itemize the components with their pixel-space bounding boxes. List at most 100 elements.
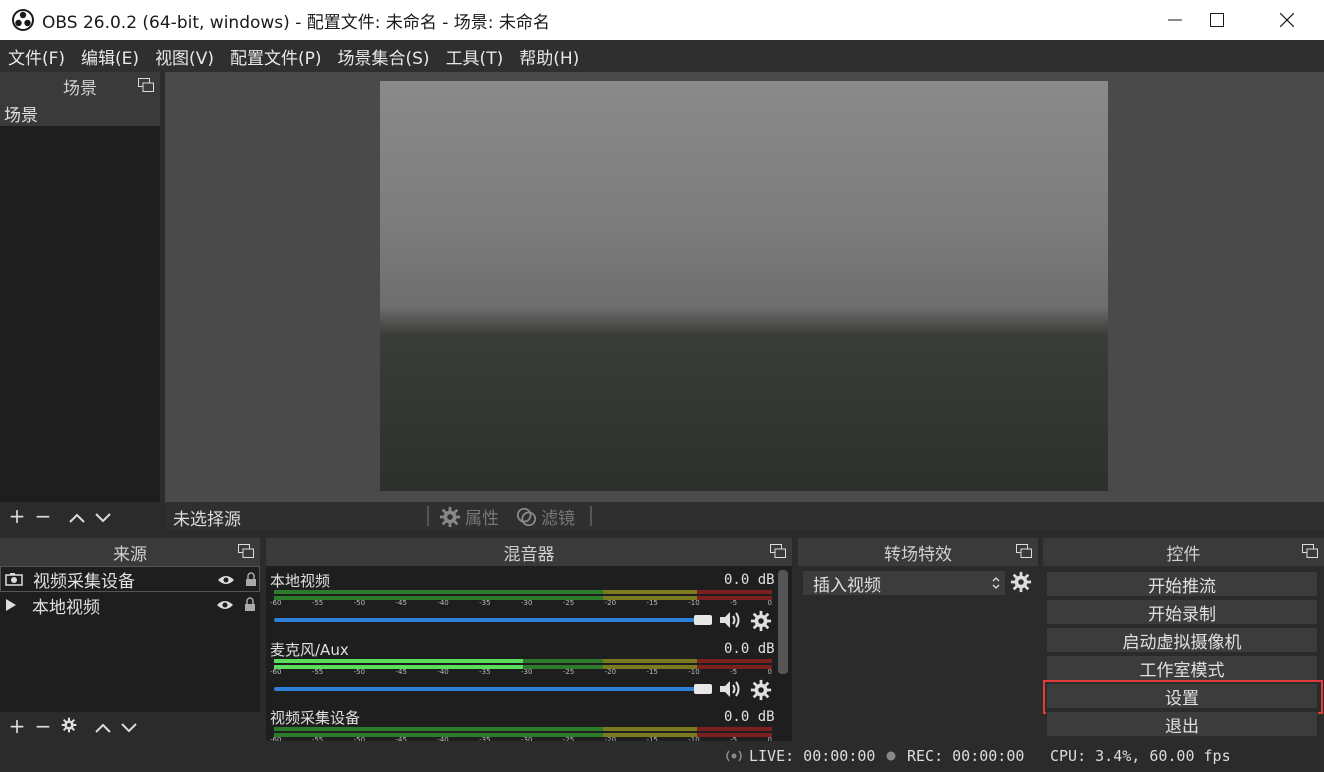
menu-view[interactable]: 视图(V): [155, 44, 214, 69]
divider: [427, 506, 429, 526]
undock-icon[interactable]: [1302, 544, 1318, 558]
scene-item-label: 场景: [4, 105, 38, 126]
mute-button[interactable]: [718, 679, 742, 703]
volume-slider-handle[interactable]: [694, 684, 712, 694]
scale-tick-label: -40: [437, 599, 449, 607]
properties-button[interactable]: 属性: [439, 504, 499, 529]
add-scene-button[interactable]: +: [4, 504, 30, 528]
scale-tick-label: -60: [270, 599, 282, 607]
source-properties-button[interactable]: [56, 714, 82, 738]
move-source-up-button[interactable]: [90, 714, 116, 738]
scale-tick-label: -25: [562, 599, 575, 607]
no-source-label: 未选择源: [173, 510, 241, 530]
menu-help[interactable]: 帮助(H): [519, 44, 579, 69]
studio-mode-button[interactable]: 工作室模式: [1046, 655, 1318, 681]
scale-tick-label: -55: [311, 599, 324, 607]
title-bar: OBS 26.0.2 (64-bit, windows) - 配置文件: 未命名…: [0, 0, 1324, 40]
meter-segment: [602, 590, 698, 594]
lock-icon[interactable]: [244, 597, 256, 612]
transitions-title: 转场特效: [884, 544, 952, 565]
meter-scale: -60 -55 -50 -45 -40 -35 -30 -25 -20 -15 -10 -5 0: [270, 668, 772, 676]
volume-slider[interactable]: [274, 687, 704, 691]
rec-time: REC: 00:00:00: [907, 747, 1025, 765]
mixer-scrollbar[interactable]: [778, 570, 788, 674]
start-streaming-button[interactable]: 开始推流: [1046, 571, 1318, 597]
chevron-down-icon: [121, 723, 137, 733]
scenes-dock-title: 场景: [0, 72, 160, 100]
sources-title: 来源: [113, 544, 147, 565]
transitions-dock-title: 转场特效: [798, 538, 1038, 566]
scale-tick-label: -50: [353, 599, 366, 607]
scene-item[interactable]: 场景: [0, 100, 160, 126]
exit-button[interactable]: 退出: [1046, 711, 1318, 737]
window-title: OBS 26.0.2 (64-bit, windows) - 配置文件: 未命名…: [42, 13, 550, 33]
maximize-button[interactable]: [1182, 0, 1252, 40]
source-item[interactable]: 本地视频: [0, 592, 260, 618]
cpu-fps: CPU: 3.4%, 60.00 fps: [1050, 747, 1231, 765]
channel-settings-button[interactable]: [750, 610, 772, 636]
eye-icon[interactable]: [216, 599, 234, 611]
broadcast-icon: [726, 750, 742, 762]
scale-tick-label: -35: [479, 599, 491, 607]
undock-icon[interactable]: [238, 544, 254, 558]
close-button[interactable]: [1252, 0, 1322, 40]
meter-segment: [697, 727, 772, 731]
undock-icon[interactable]: [138, 78, 154, 92]
scale-tick-label: -20: [604, 599, 617, 607]
move-source-down-button[interactable]: [116, 714, 142, 738]
channel-settings-button[interactable]: [750, 679, 772, 705]
menu-profile[interactable]: 配置文件(P): [230, 44, 322, 69]
chevron-up-icon: [95, 723, 111, 733]
source-item[interactable]: 视频采集设备: [0, 566, 260, 592]
undock-icon[interactable]: [1016, 544, 1032, 558]
scenes-list: 场景: [0, 100, 160, 502]
scenes-title: 场景: [63, 78, 97, 99]
scale-tick-label: -20: [604, 668, 617, 676]
scale-tick-label: -45: [395, 668, 407, 676]
transition-properties-button[interactable]: [1010, 571, 1032, 597]
menu-file[interactable]: 文件(F): [8, 44, 65, 69]
camera-preview: [380, 81, 1108, 491]
add-source-button[interactable]: +: [4, 714, 30, 738]
menu-tools[interactable]: 工具(T): [446, 44, 504, 69]
close-icon: [1280, 13, 1294, 27]
remove-scene-button[interactable]: −: [30, 504, 56, 528]
menu-edit[interactable]: 编辑(E): [81, 44, 139, 69]
scale-tick-label: -10: [688, 668, 700, 676]
mute-button[interactable]: [718, 610, 742, 634]
chevron-up-icon: [69, 513, 85, 523]
channel-name: 本地视频: [270, 572, 331, 590]
start-recording-button[interactable]: 开始录制: [1046, 599, 1318, 625]
scale-tick-label: -60: [270, 668, 282, 676]
meter-segment: [697, 659, 772, 663]
eye-icon[interactable]: [217, 574, 235, 586]
filters-button[interactable]: 滤镜: [515, 504, 575, 529]
scale-tick-label: 0: [767, 668, 772, 676]
transition-select[interactable]: 插入视频: [802, 570, 1006, 596]
minimize-icon: [1168, 19, 1182, 21]
remove-source-button[interactable]: −: [30, 714, 56, 738]
volume-slider-handle[interactable]: [694, 615, 712, 625]
lock-icon[interactable]: [245, 572, 257, 587]
channel-db: 0.0 dB: [724, 709, 775, 725]
meter-scale: -60 -55 -50 -45 -40 -35 -30 -25 -20 -15 -10 -5 0: [270, 599, 772, 607]
play-icon: [6, 599, 16, 611]
speaker-icon: [720, 681, 740, 697]
properties-label: 属性: [465, 509, 499, 529]
audio-meter: [274, 727, 772, 731]
menu-bar: 文件(F) 编辑(E) 视图(V) 配置文件(P) 场景集合(S) 工具(T) …: [0, 40, 1324, 72]
transitions-panel: 插入视频: [798, 566, 1038, 741]
gear-icon: [1010, 571, 1032, 593]
scale-tick-label: -15: [646, 599, 658, 607]
volume-slider[interactable]: [274, 618, 704, 622]
preview-area[interactable]: [165, 72, 1324, 502]
start-virtual-camera-button[interactable]: 启动虚拟摄像机: [1046, 627, 1318, 653]
source-label: 视频采集设备: [33, 571, 135, 592]
menu-scene-collection[interactable]: 场景集合(S): [338, 44, 430, 69]
undock-icon[interactable]: [770, 544, 786, 558]
meter-level: [274, 659, 523, 663]
channel-name: 麦克风/Aux: [270, 641, 349, 659]
move-scene-down-button[interactable]: [90, 504, 116, 528]
channel-name: 视频采集设备: [270, 709, 361, 727]
move-scene-up-button[interactable]: [64, 504, 90, 528]
